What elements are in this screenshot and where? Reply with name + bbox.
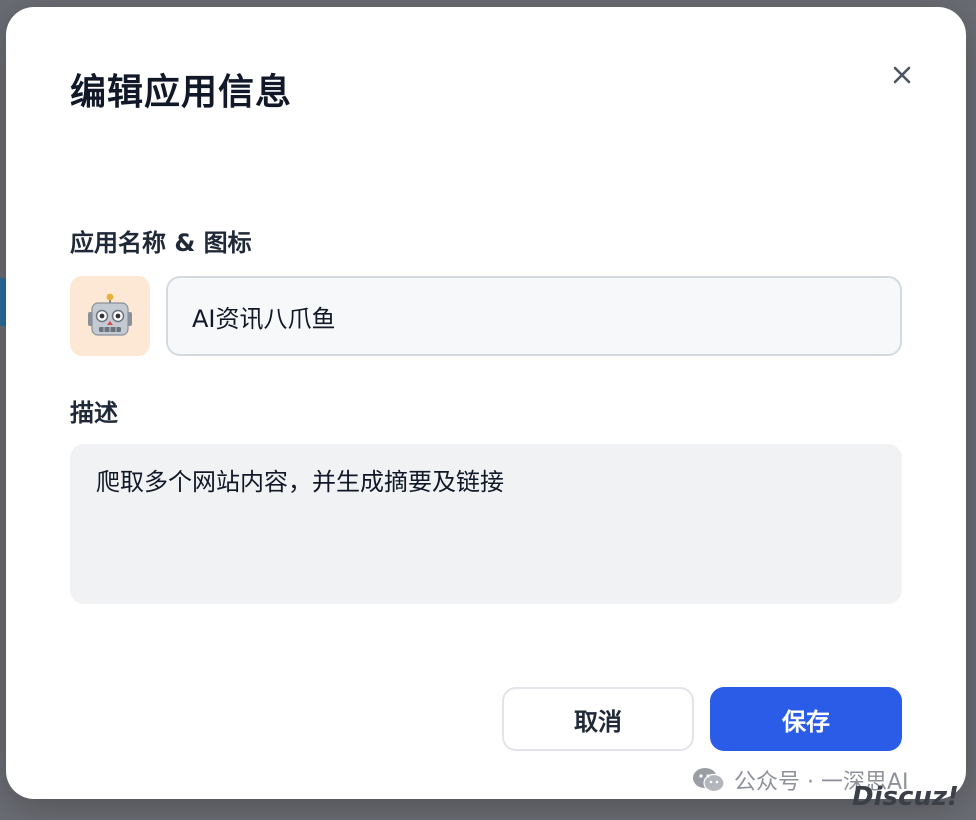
app-name-label: 应用名称 & 图标: [70, 229, 252, 257]
description-label: 描述: [70, 399, 118, 427]
description-value: 爬取多个网站内容，并生成摘要及链接: [96, 468, 504, 496]
app-name-input[interactable]: AI资讯八爪鱼: [166, 276, 902, 356]
robot-emoji-icon: [88, 293, 132, 336]
description-textarea[interactable]: 爬取多个网站内容，并生成摘要及链接: [70, 444, 902, 604]
close-icon[interactable]: [884, 57, 920, 93]
app-name-value: AI资讯八爪鱼: [192, 304, 336, 333]
wechat-icon: [693, 768, 725, 793]
app-icon-picker[interactable]: [70, 276, 150, 356]
cancel-button[interactable]: 取消: [502, 687, 694, 751]
dialog-title: 编辑应用信息: [70, 72, 293, 113]
save-button[interactable]: 保存: [710, 687, 902, 751]
edit-app-dialog: 编辑应用信息 应用名称 & 图标 AI资讯八爪鱼 描述 爬取多个网站内容，并生成…: [6, 7, 966, 799]
discuz-watermark: Discuz!: [852, 782, 959, 812]
